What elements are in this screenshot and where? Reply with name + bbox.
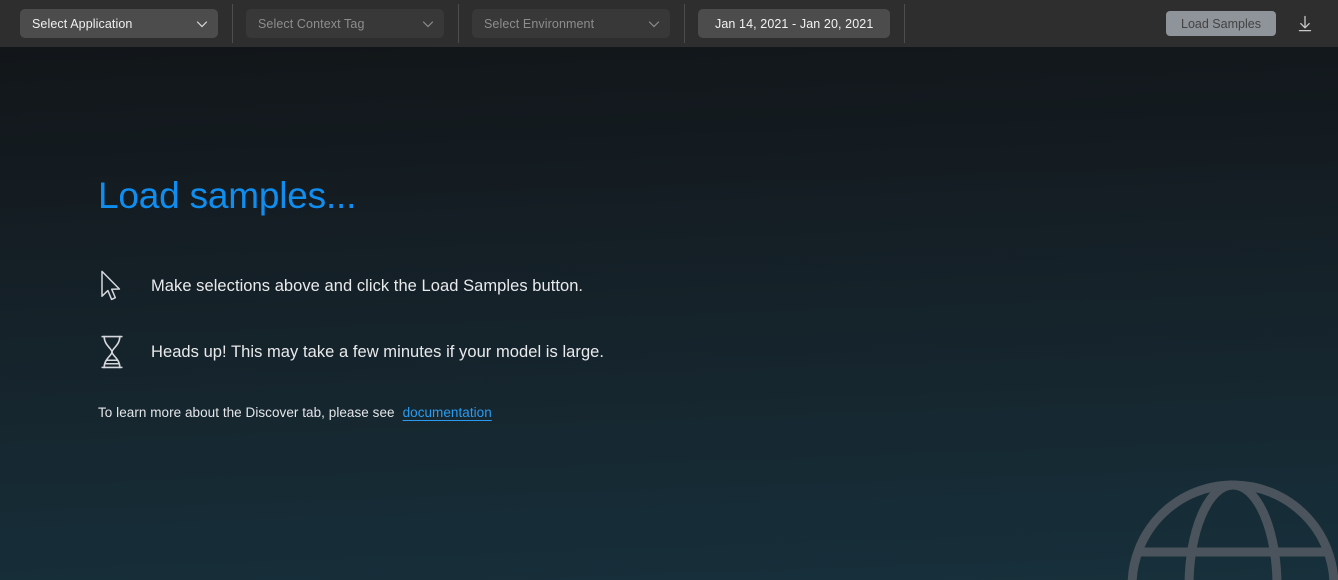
message-text: Make selections above and click the Load… xyxy=(151,276,584,295)
top-toolbar: Select Application Select Context Tag Se… xyxy=(0,0,1338,47)
documentation-footnote-text: To learn more about the Discover tab, pl… xyxy=(98,405,395,420)
toolbar-section-date-range: Jan 14, 2021 - Jan 20, 2021 xyxy=(684,0,904,47)
environment-select-label: Select Environment xyxy=(484,16,595,31)
globe-icon xyxy=(1124,477,1338,580)
environment-select[interactable]: Select Environment xyxy=(472,9,670,38)
toolbar-section-application: Select Application xyxy=(0,0,232,47)
toolbar-section-environment: Select Environment xyxy=(458,0,684,47)
mouse-cursor-icon xyxy=(98,269,138,303)
application-select[interactable]: Select Application xyxy=(20,9,218,38)
message-row-duration: Heads up! This may take a few minutes if… xyxy=(98,334,604,370)
chevron-down-icon xyxy=(421,17,435,31)
chevron-down-icon xyxy=(195,17,209,31)
application-select-label: Select Application xyxy=(32,16,133,31)
download-icon[interactable] xyxy=(1290,9,1320,39)
context-tag-select-label: Select Context Tag xyxy=(258,16,365,31)
hourglass-icon xyxy=(98,334,138,370)
chevron-down-icon xyxy=(647,17,661,31)
page-title: Load samples... xyxy=(98,175,357,216)
toolbar-section-actions: Load Samples xyxy=(904,0,1338,47)
documentation-footnote: To learn more about the Discover tab, pl… xyxy=(98,405,492,420)
documentation-link[interactable]: documentation xyxy=(403,405,492,420)
main-stage: Load samples... Make selections above an… xyxy=(0,47,1338,580)
message-row-selections: Make selections above and click the Load… xyxy=(98,269,583,303)
toolbar-section-context-tag: Select Context Tag xyxy=(232,0,458,47)
message-text: Heads up! This may take a few minutes if… xyxy=(151,342,605,361)
date-range-picker[interactable]: Jan 14, 2021 - Jan 20, 2021 xyxy=(698,9,891,38)
load-samples-button[interactable]: Load Samples xyxy=(1166,11,1276,36)
context-tag-select[interactable]: Select Context Tag xyxy=(246,9,444,38)
